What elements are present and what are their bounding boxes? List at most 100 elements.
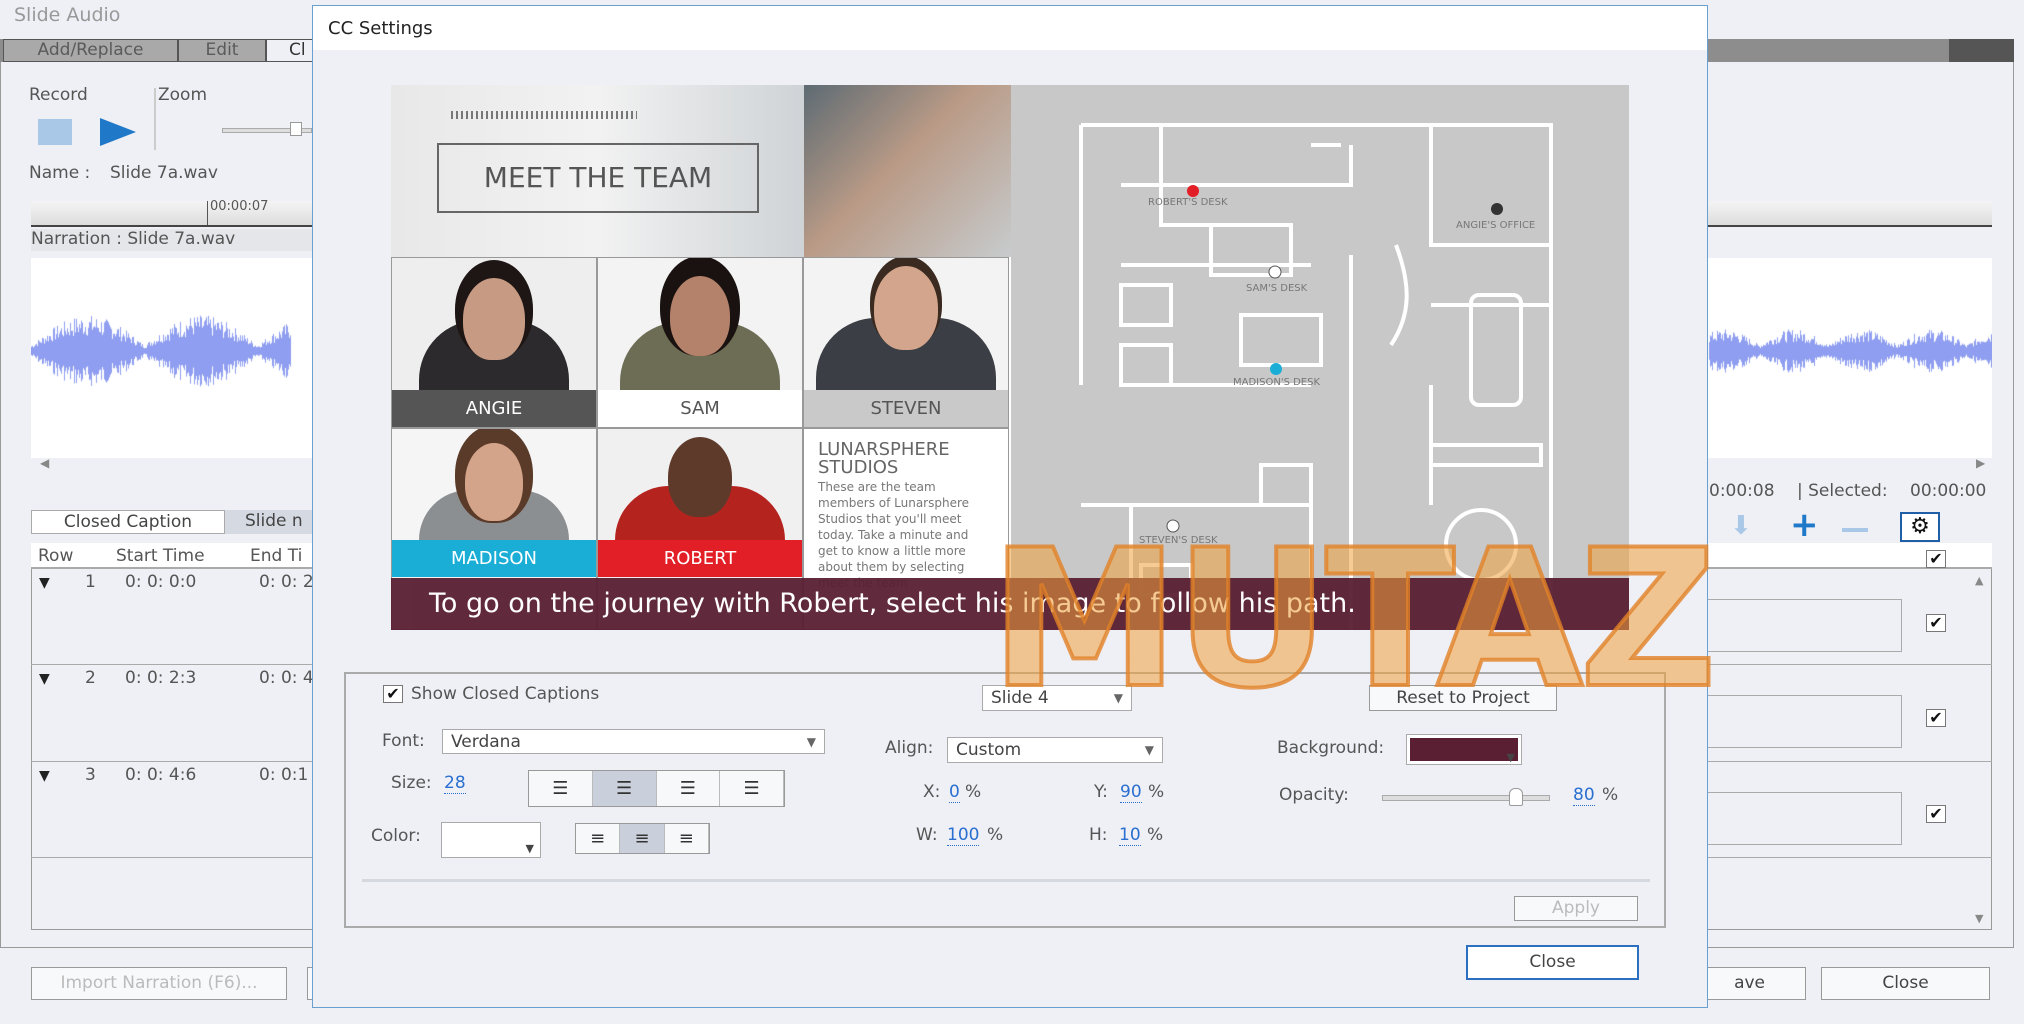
person-name: STEVEN bbox=[804, 390, 1008, 427]
person-angie[interactable]: ANGIE bbox=[391, 257, 597, 428]
w-label: W: bbox=[916, 825, 938, 845]
import-narration-button[interactable]: Import Narration (F6)... bbox=[31, 967, 287, 1000]
size-label: Size: bbox=[391, 773, 432, 793]
font-select[interactable]: Verdana ▼ bbox=[442, 729, 825, 754]
end-time[interactable]: 0: 0: 2 bbox=[259, 572, 314, 592]
y-label: Y: bbox=[1094, 782, 1108, 802]
save-button[interactable]: ave bbox=[1700, 967, 1806, 1000]
person-steven[interactable]: STEVEN bbox=[803, 257, 1009, 428]
text-color-picker[interactable]: ▼ bbox=[441, 822, 541, 858]
play-icon[interactable] bbox=[100, 118, 136, 146]
end-time[interactable]: 0: 0: 4 bbox=[259, 668, 314, 688]
opacity-slider-thumb[interactable] bbox=[1509, 788, 1524, 806]
background-label: Background: bbox=[1277, 738, 1385, 758]
add-icon[interactable]: + bbox=[1790, 505, 1819, 545]
y-value[interactable]: 90 bbox=[1120, 782, 1142, 803]
map-pin-sam[interactable] bbox=[1268, 265, 1282, 279]
align-justify-icon[interactable]: ☰ bbox=[720, 771, 784, 806]
scroll-right-icon[interactable]: ▶ bbox=[1976, 456, 1985, 470]
dialog-close-button[interactable]: Close bbox=[1466, 945, 1639, 980]
selected-label: | Selected: bbox=[1797, 481, 1888, 501]
person-name: ROBERT bbox=[598, 540, 802, 577]
reset-to-project-button[interactable]: Reset to Project bbox=[1369, 685, 1557, 711]
size-value[interactable]: 28 bbox=[444, 773, 466, 794]
person-sam[interactable]: SAM bbox=[597, 257, 803, 428]
align-select[interactable]: Custom ▼ bbox=[947, 737, 1163, 763]
align-center-icon[interactable]: ☰ bbox=[592, 771, 657, 806]
start-time[interactable]: 0: 0: 0:0 bbox=[125, 572, 196, 592]
map-pin-robert[interactable] bbox=[1187, 185, 1199, 197]
record-label: Record bbox=[29, 85, 88, 105]
align-left-icon[interactable]: ☰ bbox=[529, 771, 593, 806]
align-bottom-icon[interactable]: ≡ bbox=[665, 824, 709, 853]
col-end-time: End Ti bbox=[250, 546, 303, 566]
person-name: ANGIE bbox=[392, 390, 596, 427]
w-value[interactable]: 100 bbox=[947, 825, 980, 846]
tab-closed-caption-list[interactable]: Closed Caption bbox=[31, 510, 225, 534]
tab-add-replace[interactable]: Add/Replace bbox=[3, 39, 178, 62]
narration-label: Narration : Slide 7a.wav bbox=[31, 229, 236, 249]
scroll-down-icon[interactable]: ▼ bbox=[1975, 912, 1983, 925]
background-color-picker[interactable]: ▼ bbox=[1406, 734, 1522, 765]
close-button[interactable]: Close bbox=[1821, 967, 1990, 1000]
person-name: MADISON bbox=[392, 540, 596, 577]
name-label: Name : bbox=[29, 163, 91, 183]
map-label: MADISON'S DESK bbox=[1233, 377, 1321, 388]
end-time[interactable]: 0: 0:1 bbox=[259, 765, 308, 785]
expand-icon[interactable]: ▼ bbox=[39, 575, 50, 591]
dialog-titlebar bbox=[313, 6, 1707, 50]
map-label: ANGIE'S OFFICE bbox=[1456, 220, 1536, 231]
window-title: Slide Audio bbox=[14, 4, 121, 26]
start-time[interactable]: 0: 0: 2:3 bbox=[125, 668, 196, 688]
select-all-checkbox[interactable]: ✔ bbox=[1926, 550, 1946, 568]
chevron-down-icon: ▼ bbox=[1144, 743, 1154, 757]
map-label: SAM'S DESK bbox=[1246, 283, 1308, 294]
align-middle-icon[interactable]: ≡ bbox=[620, 824, 665, 853]
vertical-align-group: ≡ ≡ ≡ bbox=[575, 823, 710, 854]
zoom-slider-thumb[interactable] bbox=[290, 122, 302, 136]
percent: % bbox=[1602, 785, 1619, 805]
opacity-slider[interactable] bbox=[1382, 795, 1550, 801]
tab-edit[interactable]: Edit bbox=[178, 39, 266, 62]
tab-slide-notes[interactable]: Slide n bbox=[225, 510, 315, 534]
expand-icon[interactable]: ▼ bbox=[39, 671, 50, 687]
move-down-icon[interactable]: ⬇ bbox=[1730, 511, 1752, 541]
row-number: 3 bbox=[85, 765, 96, 785]
percent: % bbox=[987, 825, 1004, 845]
opacity-value[interactable]: 80 bbox=[1573, 785, 1595, 806]
timeline-ruler bbox=[31, 201, 312, 227]
col-start-time: Start Time bbox=[116, 546, 205, 566]
scroll-up-icon[interactable]: ▲ bbox=[1975, 574, 1983, 587]
align-top-icon[interactable]: ≡ bbox=[576, 824, 621, 853]
ruler-time: 00:00:07 bbox=[210, 199, 269, 214]
expand-icon[interactable]: ▼ bbox=[39, 768, 50, 784]
font-value: Verdana bbox=[451, 732, 521, 752]
scroll-left-icon[interactable]: ◀ bbox=[40, 456, 49, 470]
align-right-icon[interactable]: ☰ bbox=[657, 771, 721, 806]
chevron-down-icon: ▼ bbox=[806, 735, 816, 749]
start-time[interactable]: 0: 0: 4:6 bbox=[125, 765, 196, 785]
font-label: Font: bbox=[382, 731, 425, 751]
row-checkbox[interactable]: ✔ bbox=[1926, 614, 1946, 632]
map-pin-madison[interactable] bbox=[1270, 363, 1282, 375]
show-cc-checkbox[interactable]: ✔ bbox=[383, 685, 403, 703]
percent: % bbox=[965, 782, 982, 802]
zoom-label: Zoom bbox=[158, 85, 208, 105]
apply-button[interactable]: Apply bbox=[1514, 896, 1638, 921]
map-pin-angie[interactable] bbox=[1491, 203, 1503, 215]
x-value[interactable]: 0 bbox=[949, 782, 960, 803]
row-checkbox[interactable]: ✔ bbox=[1926, 805, 1946, 823]
stop-icon[interactable] bbox=[38, 119, 72, 145]
row-checkbox[interactable]: ✔ bbox=[1926, 709, 1946, 727]
map-pin-steven[interactable] bbox=[1166, 519, 1180, 533]
remove-icon[interactable] bbox=[1842, 528, 1868, 532]
person-name: SAM bbox=[598, 390, 802, 427]
cc-settings-dialog: CC Settings MEET THE TEAM ANGIE SAM STEV… bbox=[312, 5, 1708, 1008]
h-value[interactable]: 10 bbox=[1119, 825, 1141, 846]
settings-gear-icon[interactable]: ⚙ bbox=[1900, 512, 1940, 542]
floor-plan bbox=[1011, 85, 1629, 630]
slide-select[interactable]: Slide 4 ▼ bbox=[982, 685, 1132, 711]
banner-title: MEET THE TEAM bbox=[437, 143, 759, 213]
slide-select-value: Slide 4 bbox=[991, 688, 1049, 708]
studio-title: LUNARSPHERE STUDIOS bbox=[818, 439, 950, 478]
